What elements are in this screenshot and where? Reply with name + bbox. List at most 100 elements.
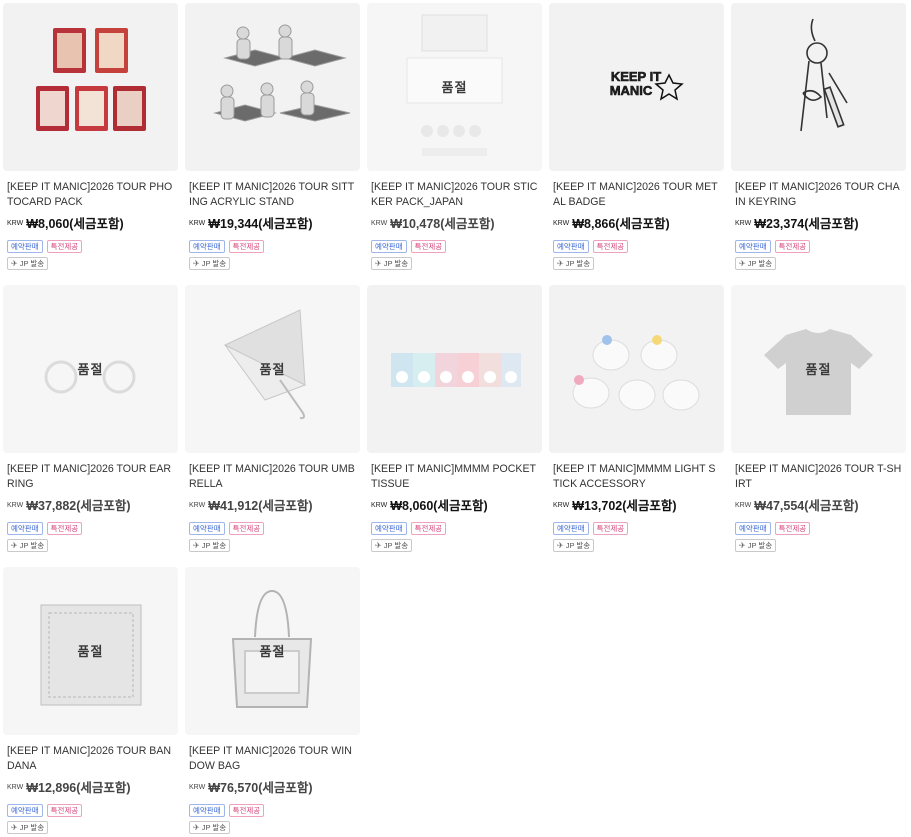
product-card[interactable]: [KEEP IT MANIC]2026 TOUR CHAIN KEYRING K… xyxy=(731,3,906,272)
product-price: ₩8,866(세금포함) xyxy=(572,217,670,231)
product-title[interactable]: [KEEP IT MANIC]2026 TOUR PHOTOCARD PACK xyxy=(7,180,174,210)
product-card[interactable]: [KEEP IT MANIC]MMMM POCKET TISSUE KRW ₩8… xyxy=(367,285,542,554)
product-title[interactable]: [KEEP IT MANIC]2026 TOUR EARRING xyxy=(7,462,174,492)
bonus-badge: 특전제공 xyxy=(46,240,83,253)
product-image[interactable]: 품절 xyxy=(3,567,178,735)
chain-keyring-image xyxy=(800,18,848,132)
product-title[interactable]: [KEEP IT MANIC]2026 TOUR T-SHIRT xyxy=(735,462,902,492)
product-card[interactable]: 품절 [KEEP IT MANIC]2026 TOUR STICKER PACK… xyxy=(367,3,542,272)
product-title[interactable]: [KEEP IT MANIC]2026 TOUR WINDOW BAG xyxy=(189,744,356,774)
product-title[interactable]: [KEEP IT MANIC]MMMM POCKET TISSUE xyxy=(371,462,538,492)
bonus-badge: 특전제공 xyxy=(410,522,447,535)
acrylic-stand-image xyxy=(213,24,351,122)
airplane-icon: ✈ xyxy=(557,259,564,268)
price-row: KRW ₩41,912(세금포함) xyxy=(189,495,356,514)
preorder-badge: 예약판매 xyxy=(7,804,43,817)
product-image[interactable] xyxy=(3,3,178,171)
product-title[interactable]: [KEEP IT MANIC]MMMM LIGHT STICK ACCESSOR… xyxy=(553,462,720,492)
product-image[interactable]: KEEP IT MANIC xyxy=(549,3,724,171)
bonus-badge: 특전제공 xyxy=(228,240,265,253)
soldout-label: 품절 xyxy=(259,644,286,659)
bonus-badge: 특전제공 xyxy=(46,804,83,817)
shipping-label: JP 발송 xyxy=(747,541,773,550)
shipping-badge: ✈ JP 발송 xyxy=(553,257,595,270)
product-card[interactable]: [KEEP IT MANIC]MMMM LIGHT STICK ACCESSOR… xyxy=(549,285,724,554)
price-row: KRW ₩12,896(세금포함) xyxy=(7,777,174,796)
product-price: ₩41,912(세금포함) xyxy=(208,499,313,513)
airplane-icon: ✈ xyxy=(375,259,382,268)
shipping-label: JP 발송 xyxy=(383,541,409,550)
price-row: KRW ₩13,702(세금포함) xyxy=(553,495,720,514)
product-card[interactable]: [KEEP IT MANIC]2026 TOUR SITTING ACRYLIC… xyxy=(185,3,360,272)
shipping-badge: ✈ JP 발송 xyxy=(371,257,413,270)
preorder-badge: 예약판매 xyxy=(189,522,225,535)
airplane-icon: ✈ xyxy=(739,259,746,268)
product-price: ₩47,554(세금포함) xyxy=(754,499,859,513)
bonus-badge: 특전제공 xyxy=(228,522,265,535)
svg-text:MANIC: MANIC xyxy=(610,83,653,98)
currency-code: KRW xyxy=(553,220,570,227)
preorder-badge: 예약판매 xyxy=(7,522,43,535)
product-price: ₩8,060(세금포함) xyxy=(390,499,488,513)
product-card[interactable]: 품절 [KEEP IT MANIC]2026 TOUR WINDOW BAG K… xyxy=(185,567,360,836)
shipping-label: JP 발송 xyxy=(201,259,227,268)
shipping-label: JP 발송 xyxy=(19,541,45,550)
badge-row: 예약판매 특전제공 xyxy=(7,804,174,817)
product-price: ₩12,896(세금포함) xyxy=(26,781,131,795)
preorder-badge: 예약판매 xyxy=(553,240,589,253)
price-row: KRW ₩23,374(세금포함) xyxy=(735,213,902,232)
preorder-badge: 예약판매 xyxy=(189,240,225,253)
badge-row: 예약판매 특전제공 xyxy=(189,522,356,535)
bonus-badge: 특전제공 xyxy=(774,240,811,253)
product-card[interactable]: 품절 [KEEP IT MANIC]2026 TOUR BANDANA KRW … xyxy=(3,567,178,836)
shipping-label: JP 발송 xyxy=(201,541,227,550)
product-card[interactable]: KEEP IT MANIC [KEEP IT MANIC]2026 TOUR M… xyxy=(549,3,724,272)
shipping-badge: ✈ JP 발송 xyxy=(189,539,231,552)
product-title[interactable]: [KEEP IT MANIC]2026 TOUR STICKER PACK_JA… xyxy=(371,180,538,210)
product-image[interactable] xyxy=(549,285,724,453)
product-image[interactable]: 품절 xyxy=(367,3,542,171)
preorder-badge: 예약판매 xyxy=(735,240,771,253)
airplane-icon: ✈ xyxy=(375,541,382,550)
product-card[interactable]: 품절 [KEEP IT MANIC]2026 TOUR EARRING KRW … xyxy=(3,285,178,554)
shipping-label: JP 발송 xyxy=(201,823,227,832)
product-image[interactable]: 품절 xyxy=(185,285,360,453)
preorder-badge: 예약판매 xyxy=(371,522,407,535)
shipping-badge: ✈ JP 발송 xyxy=(189,821,231,834)
product-title[interactable]: [KEEP IT MANIC]2026 TOUR METAL BADGE xyxy=(553,180,720,210)
shipping-badge: ✈ JP 발송 xyxy=(735,539,777,552)
product-title[interactable]: [KEEP IT MANIC]2026 TOUR UMBRELLA xyxy=(189,462,356,492)
product-title[interactable]: [KEEP IT MANIC]2026 TOUR CHAIN KEYRING xyxy=(735,180,902,210)
product-image[interactable]: 품절 xyxy=(3,285,178,453)
preorder-badge: 예약판매 xyxy=(735,522,771,535)
product-image[interactable]: 품절 xyxy=(185,567,360,735)
bonus-badge: 특전제공 xyxy=(228,804,265,817)
product-image[interactable] xyxy=(185,3,360,171)
shipping-label: JP 발송 xyxy=(565,541,591,550)
airplane-icon: ✈ xyxy=(11,259,18,268)
product-card[interactable]: [KEEP IT MANIC]2026 TOUR PHOTOCARD PACK … xyxy=(3,3,178,272)
product-title[interactable]: [KEEP IT MANIC]2026 TOUR BANDANA xyxy=(7,744,174,774)
shipping-badge: ✈ JP 발송 xyxy=(7,539,49,552)
soldout-label: 품절 xyxy=(805,362,832,377)
product-title[interactable]: [KEEP IT MANIC]2026 TOUR SITTING ACRYLIC… xyxy=(189,180,356,210)
product-price: ₩10,478(세금포함) xyxy=(390,217,495,231)
badge-row: 예약판매 특전제공 xyxy=(553,522,720,535)
product-image[interactable]: 품절 xyxy=(731,285,906,453)
product-image[interactable] xyxy=(367,285,542,453)
price-row: KRW ₩76,570(세금포함) xyxy=(189,777,356,796)
product-card[interactable]: 품절 [KEEP IT MANIC]2026 TOUR UMBRELLA KRW… xyxy=(185,285,360,554)
pocket-tissue-image xyxy=(391,353,521,387)
soldout-label: 품절 xyxy=(77,644,104,659)
product-price: ₩76,570(세금포함) xyxy=(208,781,313,795)
shipping-label: JP 발송 xyxy=(565,259,591,268)
price-row: KRW ₩8,060(세금포함) xyxy=(371,495,538,514)
shipping-label: JP 발송 xyxy=(19,823,45,832)
product-grid: [KEEP IT MANIC]2026 TOUR PHOTOCARD PACK … xyxy=(3,3,908,836)
light-stick-accessory-image xyxy=(572,335,700,411)
airplane-icon: ✈ xyxy=(193,259,200,268)
bonus-badge: 특전제공 xyxy=(410,240,447,253)
product-image[interactable] xyxy=(731,3,906,171)
svg-text:KEEP IT: KEEP IT xyxy=(611,69,661,84)
product-card[interactable]: 품절 [KEEP IT MANIC]2026 TOUR T-SHIRT KRW … xyxy=(731,285,906,554)
